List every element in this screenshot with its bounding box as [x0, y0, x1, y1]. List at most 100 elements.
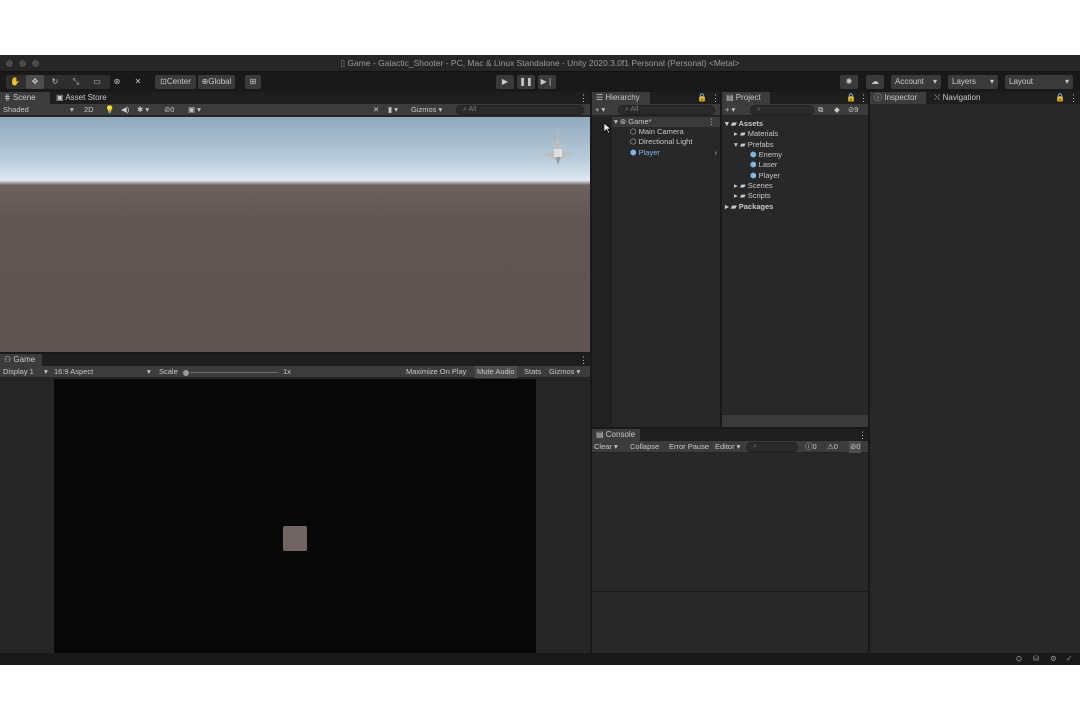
pause-button[interactable]: ❚❚ [517, 75, 535, 89]
game-viewport[interactable] [54, 379, 536, 653]
tab-navigation[interactable]: ⤬ Navigation [930, 92, 996, 104]
collab-button[interactable]: ✺ [840, 75, 858, 89]
create-dropdown[interactable]: + ▾ [725, 104, 735, 116]
folder-packages[interactable]: ▸ ▰ Packages [725, 202, 773, 212]
project-horizontal-scrollbar[interactable] [722, 415, 868, 427]
tab-game[interactable]: ⚇ Game [0, 354, 42, 366]
custom-tool-icon[interactable]: ✕ [131, 75, 145, 89]
project-menu-icon[interactable]: ⋮ [859, 92, 868, 104]
grid-snap-button[interactable]: ⊞ [245, 75, 261, 89]
visibility-toggle[interactable]: ⊘0 [164, 104, 174, 116]
cloud-button[interactable]: ☁ [866, 75, 884, 89]
step-button[interactable]: ▶❘ [538, 75, 556, 89]
hierarchy-item-player[interactable]: ⬢ Player › [630, 148, 720, 158]
tab-asset-store[interactable]: ▣ Asset Store [52, 92, 112, 104]
folder-prefabs[interactable]: ▾ ▰ Prefabs [734, 140, 774, 150]
clear-dropdown[interactable]: Clear ▾ [594, 441, 618, 453]
effects-dropdown-icon[interactable]: ✱ ▾ [137, 104, 149, 116]
log-filter-toggle[interactable]: ⓘ0 [805, 441, 817, 453]
rotate-tool-icon[interactable]: ↻ [48, 75, 62, 89]
error-pause-toggle[interactable]: Error Pause [669, 441, 709, 453]
tab-inspector[interactable]: ⓘ Inspector [870, 92, 926, 104]
cache-server-icon[interactable]: ⛁ [1033, 653, 1039, 665]
visibility-toggle[interactable]: ⊘9 [848, 104, 858, 116]
mode-2d-toggle[interactable]: 2D [84, 104, 96, 116]
tab-scene[interactable]: ⋕ Scene [0, 92, 50, 104]
lock-icon[interactable]: 🔒 [697, 92, 707, 104]
scale-slider-track[interactable] [190, 372, 278, 373]
progress-check-icon[interactable]: ✓ [1066, 653, 1072, 665]
scale-tool-icon[interactable]: ⤡ [69, 75, 83, 89]
hand-tool-icon[interactable]: ✋ [8, 75, 22, 89]
folder-icon: ▤ [726, 93, 736, 102]
inspector-tab-bar: ⓘ Inspector ⤬ Navigation 🔒 ⋮ [870, 92, 1080, 104]
hierarchy-item-directional-light[interactable]: ⬡ Directional Light [630, 137, 692, 147]
tab-hierarchy[interactable]: ☰ Hierarchy [592, 92, 650, 104]
display-dropdown[interactable]: Display 1 ▾ [3, 366, 50, 378]
layers-dropdown[interactable]: Layers [948, 75, 998, 89]
maximize-on-play-toggle[interactable]: Maximize On Play [406, 366, 466, 378]
inspector-menu-icon[interactable]: ⋮ [1069, 92, 1078, 104]
transform-tool-icon[interactable]: ⊛ [110, 75, 124, 89]
hierarchy-search-input[interactable]: ⌕ All [618, 105, 715, 115]
project-search-input[interactable]: ⌕ [750, 105, 814, 115]
tab-project[interactable]: ▤ Project [722, 92, 770, 104]
filter-type-icon[interactable]: ⧉ [818, 104, 823, 116]
lock-icon[interactable]: 🔒 [1055, 92, 1065, 104]
hierarchy-item-main-camera[interactable]: ⬡ Main Camera [630, 127, 684, 137]
warning-icon: ⚠ [827, 442, 834, 451]
mute-audio-toggle[interactable]: Mute Audio [475, 366, 517, 378]
scene-panel-menu-icon[interactable]: ⋮ [579, 92, 588, 104]
play-button[interactable]: ▶ [496, 75, 514, 89]
account-dropdown[interactable]: Account [891, 75, 941, 89]
layout-dropdown[interactable]: Layout [1005, 75, 1073, 89]
scene-item-menu-icon[interactable]: ⋮ [708, 117, 716, 127]
pivot-mode-button[interactable]: ⊡Center [155, 75, 196, 89]
tab-console[interactable]: ▤ Console [592, 429, 640, 441]
hierarchy-menu-icon[interactable]: ⋮ [711, 92, 720, 104]
folder-assets[interactable]: ▾ ▰ Assets [725, 119, 763, 129]
console-detail-divider[interactable] [592, 591, 868, 592]
scene-viewport[interactable] [0, 117, 590, 352]
audio-toggle-icon[interactable]: ◀) [121, 104, 129, 116]
camera-dropdown-icon[interactable]: ▣ ▾ [188, 104, 201, 116]
folder-materials[interactable]: ▸ ▰ Materials [734, 129, 778, 139]
game-panel: ⚇ Game ⋮ Display 1 ▾ 16:9 Aspect ▾ Scale 1… [0, 354, 590, 653]
folder-icon: ▰ [739, 181, 746, 190]
console-panel: ▤ Console ⋮ Clear ▾ Collapse Error Pause… [592, 429, 868, 653]
tools-icon[interactable]: ✕ [373, 104, 379, 116]
aspect-dropdown[interactable]: 16:9 Aspect ▾ [54, 366, 154, 378]
stats-toggle[interactable]: Stats [524, 366, 541, 378]
scene-gizmos-dropdown[interactable]: Gizmos ▾ [411, 104, 442, 116]
scene-orientation-gizmo[interactable] [535, 127, 581, 173]
lock-icon[interactable]: 🔒 [846, 92, 856, 104]
game-panel-menu-icon[interactable]: ⋮ [579, 354, 588, 366]
game-gizmos-dropdown[interactable]: Gizmos ▾ [549, 366, 580, 378]
editor-dropdown[interactable]: Editor ▾ [715, 441, 740, 453]
render-dropdown-icon[interactable]: ▮ ▾ [388, 104, 398, 116]
move-tool-icon[interactable]: ✥ [26, 75, 44, 89]
prefab-enemy[interactable]: ⬢ Enemy [750, 150, 782, 160]
lighting-toggle-icon[interactable]: 💡 [105, 104, 114, 116]
error-filter-toggle[interactable]: ⊘0 [849, 441, 862, 453]
collapse-toggle[interactable]: Collapse [630, 441, 659, 453]
rect-tool-icon[interactable]: ▭ [90, 75, 104, 89]
console-search-input[interactable]: ⌕ [746, 442, 798, 452]
scale-slider-handle[interactable] [183, 370, 189, 376]
scene-search-input[interactable]: ⌕ All [456, 105, 584, 115]
filter-label-icon[interactable]: ◆ [834, 104, 840, 116]
pivot-rotation-button[interactable]: ⊕Global [198, 75, 235, 89]
prefab-player[interactable]: ⬢ Player [750, 171, 780, 181]
folder-scripts[interactable]: ▸ ▰ Scripts [734, 191, 771, 201]
shading-mode-dropdown[interactable]: Shaded ▾ [3, 104, 77, 116]
hierarchy-icon: ☰ [596, 93, 606, 102]
scene-root-item[interactable]: ▾ ⊛ Game* ⋮ [612, 117, 720, 127]
warning-filter-toggle[interactable]: ⚠0 [827, 441, 838, 453]
auto-generate-lighting-icon[interactable]: ⛭ [1016, 653, 1022, 665]
folder-scenes[interactable]: ▸ ▰ Scenes [734, 181, 773, 191]
create-dropdown[interactable]: + ▾ [595, 104, 605, 116]
info-icon: ⓘ [874, 93, 885, 102]
debug-mode-icon[interactable]: ⚙ [1050, 653, 1057, 665]
console-menu-icon[interactable]: ⋮ [858, 429, 867, 441]
prefab-laser[interactable]: ⬢ Laser [750, 160, 777, 170]
